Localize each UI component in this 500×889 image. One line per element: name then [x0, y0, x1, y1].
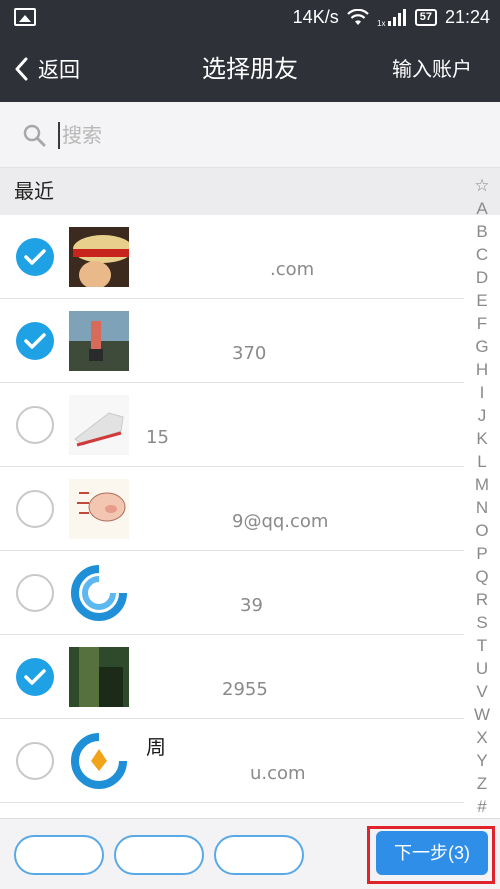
- selected-friend-chip[interactable]: [114, 835, 204, 875]
- checkbox-checked[interactable]: [16, 322, 54, 360]
- status-bar: 14K/s 1x 57 21:24: [0, 0, 500, 36]
- index-letter[interactable]: C: [464, 243, 500, 266]
- index-letter[interactable]: E: [464, 289, 500, 312]
- index-letter[interactable]: B: [464, 220, 500, 243]
- contact-row[interactable]: 15: [0, 383, 464, 467]
- top-nav-bar: 返回 选择朋友 输入账户: [0, 36, 500, 102]
- avatar: [69, 563, 129, 623]
- checkbox-checked[interactable]: [16, 658, 54, 696]
- contact-row[interactable]: 39: [0, 551, 464, 635]
- checkmark-icon: [24, 249, 46, 265]
- search-bar: [0, 102, 500, 168]
- avatar: [69, 311, 129, 371]
- contact-account: 39: [240, 595, 263, 616]
- highlight-box: [367, 826, 495, 884]
- checkbox-unchecked[interactable]: [16, 574, 54, 612]
- search-input[interactable]: [62, 119, 442, 151]
- index-letter[interactable]: M: [464, 473, 500, 496]
- index-letter[interactable]: Y: [464, 749, 500, 772]
- contact-row[interactable]: 370: [0, 299, 464, 383]
- contact-account: 2955: [222, 679, 268, 700]
- section-header-recent: 最近: [0, 168, 500, 215]
- contact-account: 15: [146, 427, 169, 448]
- selected-friend-chip[interactable]: [14, 835, 104, 875]
- index-letter[interactable]: W: [464, 703, 500, 726]
- index-letter-star[interactable]: ☆: [464, 174, 500, 197]
- enter-account-button[interactable]: 输入账户: [392, 36, 472, 102]
- section-label: 最近: [14, 179, 54, 203]
- checkbox-unchecked[interactable]: [16, 406, 54, 444]
- contact-name: 周: [146, 735, 166, 759]
- checkbox-unchecked[interactable]: [16, 490, 54, 528]
- checkbox-unchecked[interactable]: [16, 742, 54, 780]
- index-letter-hash[interactable]: #: [464, 795, 500, 818]
- index-letter[interactable]: P: [464, 542, 500, 565]
- index-letter[interactable]: H: [464, 358, 500, 381]
- checkmark-icon: [24, 669, 46, 685]
- svg-text:1x: 1x: [377, 19, 385, 27]
- index-letter[interactable]: O: [464, 519, 500, 542]
- checkmark-icon: [24, 333, 46, 349]
- contact-account: 9@qq.com: [232, 511, 329, 532]
- wifi-icon: [346, 8, 369, 25]
- index-letter[interactable]: N: [464, 496, 500, 519]
- index-letter[interactable]: R: [464, 588, 500, 611]
- index-letter[interactable]: I: [464, 381, 500, 404]
- index-letter[interactable]: X: [464, 726, 500, 749]
- avatar: [69, 227, 129, 287]
- clock: 21:24: [444, 7, 490, 27]
- avatar: [69, 395, 129, 455]
- checkbox-checked[interactable]: [16, 238, 54, 276]
- contact-row[interactable]: 2955: [0, 635, 464, 719]
- index-letter[interactable]: G: [464, 335, 500, 358]
- index-letter[interactable]: D: [464, 266, 500, 289]
- index-letter[interactable]: L: [464, 450, 500, 473]
- index-letter[interactable]: U: [464, 657, 500, 680]
- contact-row[interactable]: .com: [0, 215, 464, 299]
- gallery-notification-icon: [14, 8, 36, 26]
- index-letter[interactable]: J: [464, 404, 500, 427]
- index-letter[interactable]: F: [464, 312, 500, 335]
- signal-icon: 1x: [377, 8, 406, 27]
- text-cursor: [58, 122, 60, 149]
- avatar: [69, 731, 129, 791]
- index-letter[interactable]: K: [464, 427, 500, 450]
- battery-icon: 57: [414, 9, 437, 26]
- contact-account: u.com: [250, 763, 306, 784]
- search-icon: [23, 124, 46, 147]
- index-letter[interactable]: S: [464, 611, 500, 634]
- status-indicators: 14K/s 1x 57 21:24: [293, 7, 490, 28]
- index-letter[interactable]: Q: [464, 565, 500, 588]
- alphabet-index[interactable]: ☆ A B C D E F G H I J K L M N O P Q R S …: [464, 174, 500, 818]
- avatar: [69, 647, 129, 707]
- avatar: [69, 479, 129, 539]
- network-speed: 14K/s: [292, 7, 339, 27]
- contact-account: 370: [232, 343, 267, 364]
- contact-row[interactable]: 9@qq.com: [0, 467, 464, 551]
- contact-account: .com: [270, 259, 315, 280]
- selected-friend-chip[interactable]: [214, 835, 304, 875]
- index-letter[interactable]: A: [464, 197, 500, 220]
- contact-row[interactable]: 周 u.com: [0, 719, 464, 803]
- index-letter[interactable]: V: [464, 680, 500, 703]
- index-letter[interactable]: Z: [464, 772, 500, 795]
- index-letter[interactable]: T: [464, 634, 500, 657]
